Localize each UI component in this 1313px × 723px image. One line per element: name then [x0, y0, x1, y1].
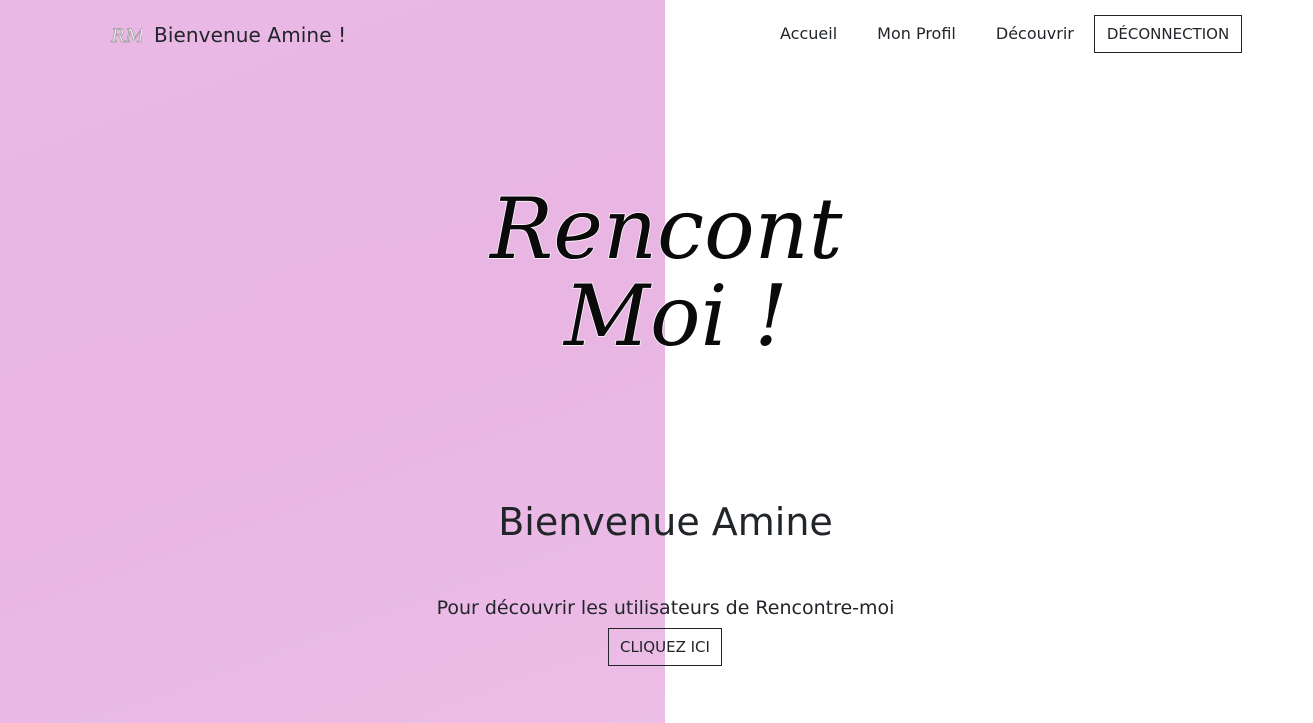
logout-button[interactable]: DÉCONNECTION	[1093, 15, 1243, 53]
nav-link-decouvrir[interactable]: Découvrir	[976, 15, 1094, 53]
svg-text:RM: RM	[110, 25, 142, 47]
discover-text: Pour découvrir les utilisateurs de Renco…	[436, 597, 895, 619]
nav-links: Accueil Mon Profil Découvrir DÉCONNECTIO…	[760, 15, 1243, 53]
rm-logo-icon: RM	[110, 21, 142, 49]
discover-users-button[interactable]: CLIQUEZ ICI	[608, 628, 722, 666]
welcome-title: Bienvenue Amine	[498, 500, 833, 544]
rencontre-moi-logo: Rencontre Moi !	[487, 179, 844, 366]
logo-line-1: Rencontre	[488, 180, 844, 278]
page: RM Bienvenue Amine ! Accueil Mon Profil …	[0, 0, 1313, 723]
brand-link[interactable]: RM Bienvenue Amine !	[110, 18, 346, 52]
brand-text: Bienvenue Amine !	[154, 23, 347, 47]
nav-link-accueil[interactable]: Accueil	[760, 15, 857, 53]
logo-line-2: Moi !	[562, 267, 788, 365]
cta-wrapper: CLIQUEZ ICI	[608, 628, 722, 666]
navbar: RM Bienvenue Amine ! Accueil Mon Profil …	[0, 0, 1313, 68]
nav-link-mon-profil[interactable]: Mon Profil	[857, 15, 976, 53]
